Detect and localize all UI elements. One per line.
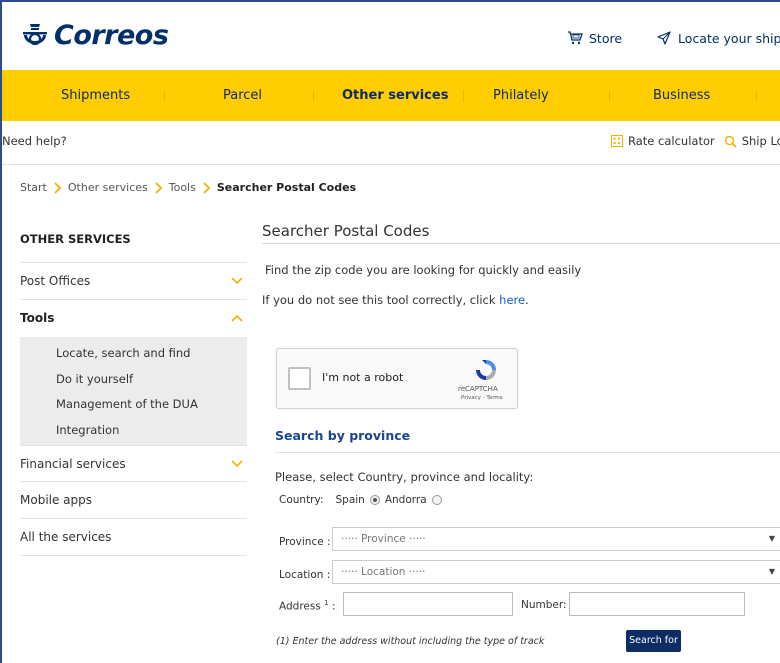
sidebar-item-tools[interactable]: Tools [20,300,247,337]
sidebar-item-mobile-apps[interactable]: Mobile apps [20,482,247,519]
number-label: Number: [521,599,567,611]
chevron-right-icon [155,181,163,194]
recaptcha-icon [476,360,496,380]
address-footnote: (1) Enter the address without including … [276,636,545,647]
province-label: Province : [279,536,331,548]
search-icon [724,135,737,148]
sidebar-item-label: Financial services [20,457,126,471]
nav-separator [164,90,165,102]
chevron-right-icon [203,181,211,194]
main-content: Searcher Postal Codes Find the zip code … [262,216,780,652]
post-horn-icon [23,23,47,45]
cart-icon [568,31,583,45]
sidebar-item-all-services[interactable]: All the services [20,519,247,556]
sidebar-item-financial[interactable]: Financial services [20,445,247,482]
recaptcha-checkbox[interactable] [288,367,311,390]
submenu-item-integration[interactable]: Integration [20,418,247,444]
chevron-down-icon [231,277,243,285]
chevron-right-icon [54,181,62,194]
nav-philately[interactable]: Philately [493,70,549,121]
nav-separator [609,90,610,102]
correos-logo[interactable]: Correos [20,20,169,51]
calculator-icon [611,135,623,147]
breadcrumb-current: Searcher Postal Codes [216,181,357,194]
nav-parcel[interactable]: Parcel [223,70,262,121]
top-links: Store Locate your ship [567,30,780,46]
top-header: Correos Store Locate your ship [2,2,780,70]
search-button[interactable]: Search for [626,630,681,652]
country-spain-radio[interactable] [369,495,380,505]
nav-business[interactable]: Business [653,70,710,121]
sidebar-heading: OTHER SERVICES [20,216,247,263]
country-andorra-label: Andorra [384,494,427,506]
here-link[interactable]: here [499,293,525,307]
chevron-up-icon [231,314,243,322]
sidebar-item-post-offices[interactable]: Post Offices [20,263,247,300]
location-placeholder: ····· Location ····· [341,566,426,578]
province-select[interactable]: ····· Province ····· ▼ [332,527,780,551]
address-label: Address 1 : [279,599,336,613]
note-text: If you do not see this tool correctly, c… [262,293,500,307]
dropdown-arrow-icon: ▼ [768,567,775,576]
country-andorra-radio[interactable] [431,495,442,505]
address-label-text: Address [279,600,321,613]
note-end: . [525,293,529,307]
location-label: Location : [279,569,331,581]
nav-shipments[interactable]: Shipments [61,70,130,121]
recaptcha-label: I'm not a robot [322,371,404,384]
recaptcha-terms-link[interactable]: Privacy - Terms [461,395,503,401]
ship-locator-link[interactable]: Ship Loca [742,134,780,148]
sidebar-item-label: Mobile apps [20,493,93,507]
chevron-down-icon [231,460,243,468]
submenu-item-dua[interactable]: Management of the DUA [20,392,247,418]
send-arrow-icon [657,31,671,45]
need-help-link[interactable]: Need help? [2,134,67,148]
province-placeholder: ····· Province ····· [341,533,426,545]
sidebar-item-label: Tools [20,311,55,325]
nav-separator [313,90,314,102]
number-input[interactable] [569,592,745,616]
locate-shipment-link[interactable]: Locate your ship [678,31,780,46]
address-input[interactable] [343,592,513,616]
breadcrumb-start[interactable]: Start [20,181,47,194]
instruction-text: Please, select Country, province and loc… [275,470,534,484]
address-colon: : [328,600,336,613]
submenu-item-diy[interactable]: Do it yourself [20,367,247,393]
country-label: Country: [279,494,324,506]
tools-submenu: Locate, search and find Do it yourself M… [20,337,247,445]
country-selector: Country: Spain Andorra [279,494,442,506]
search-by-province-title: Search by province [275,428,780,453]
intro-text: Find the zip code you are looking for qu… [265,263,582,277]
rate-calculator-link[interactable]: Rate calculator [628,134,715,148]
help-tools: Rate calculator Ship Loca [611,134,780,148]
main-nav: Shipments Parcel Other services Philatel… [2,70,780,121]
fallback-note: If you do not see this tool correctly, c… [262,293,529,307]
location-select[interactable]: ····· Location ····· ▼ [332,560,780,584]
country-spain-label: Spain [335,494,365,506]
sidebar-item-label: Post Offices [20,274,91,288]
logo-text: Correos [54,20,169,51]
page-frame: Correos Store Locate your ship Shipments… [0,0,780,663]
recaptcha-brand: reCAPTCHA [458,385,498,393]
recaptcha-widget: I'm not a robot reCAPTCHA Privacy - Term… [276,348,518,409]
breadcrumb-other-services[interactable]: Other services [68,181,148,194]
breadcrumb-tools[interactable]: Tools [169,181,196,194]
dropdown-arrow-icon: ▼ [768,534,775,543]
nav-separator [463,90,464,102]
page-title: Searcher Postal Codes [262,216,780,244]
breadcrumb: Start Other services Tools Searcher Post… [20,181,356,194]
nav-separator [756,90,757,102]
nav-other-services[interactable]: Other services [342,70,448,121]
store-link[interactable]: Store [589,31,622,46]
sidebar: OTHER SERVICES Post Offices Tools Locate… [20,216,247,556]
sidebar-item-label: All the services [20,530,112,544]
submenu-item-locate[interactable]: Locate, search and find [20,341,247,367]
help-bar: Need help? Rate calculator Ship Loca [2,121,780,165]
